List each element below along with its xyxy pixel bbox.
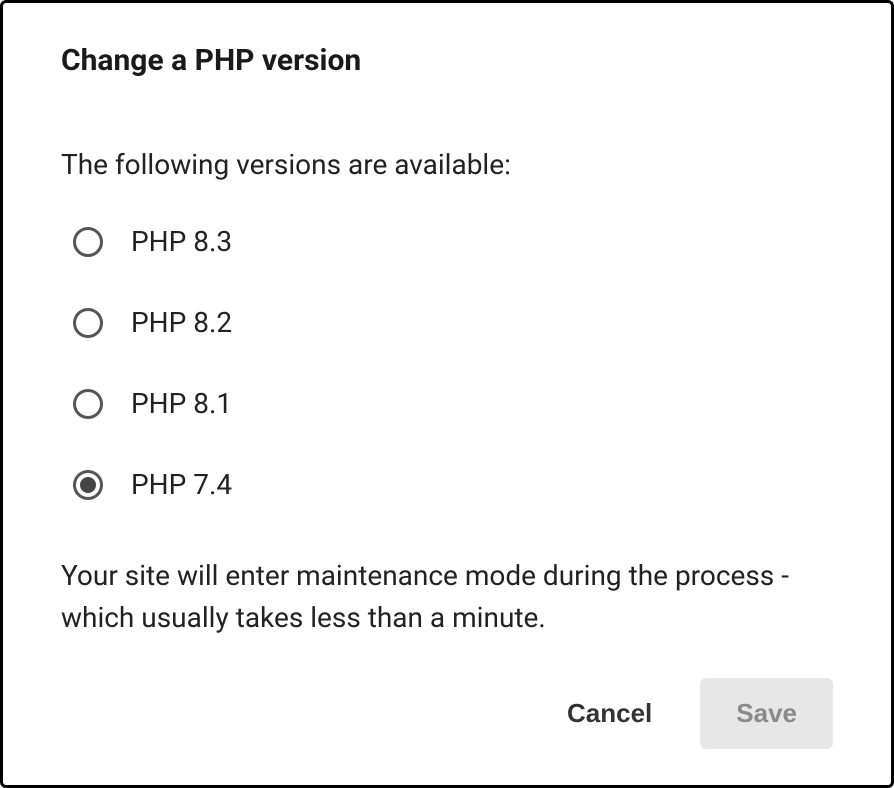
change-php-dialog: Change a PHP version The following versi…	[0, 0, 894, 788]
dialog-actions: Cancel Save	[61, 678, 833, 749]
radio-icon	[73, 389, 103, 419]
cancel-button[interactable]: Cancel	[547, 680, 672, 747]
dialog-title: Change a PHP version	[61, 43, 833, 78]
radio-icon	[73, 308, 103, 338]
radio-option-php-8-1[interactable]: PHP 8.1	[73, 387, 833, 420]
radio-label: PHP 8.1	[131, 387, 232, 420]
radio-label: PHP 8.3	[131, 225, 232, 258]
radio-icon	[73, 227, 103, 257]
radio-icon-selected	[73, 470, 103, 500]
radio-label: PHP 7.4	[131, 468, 232, 501]
save-button[interactable]: Save	[700, 678, 833, 749]
radio-option-php-8-3[interactable]: PHP 8.3	[73, 225, 833, 258]
radio-label: PHP 8.2	[131, 306, 232, 339]
intro-text: The following versions are available:	[61, 148, 833, 181]
radio-option-php-8-2[interactable]: PHP 8.2	[73, 306, 833, 339]
php-version-radio-group: PHP 8.3 PHP 8.2 PHP 8.1 PHP 7.4	[61, 225, 833, 501]
maintenance-note: Your site will enter maintenance mode du…	[61, 555, 833, 639]
radio-option-php-7-4[interactable]: PHP 7.4	[73, 468, 833, 501]
